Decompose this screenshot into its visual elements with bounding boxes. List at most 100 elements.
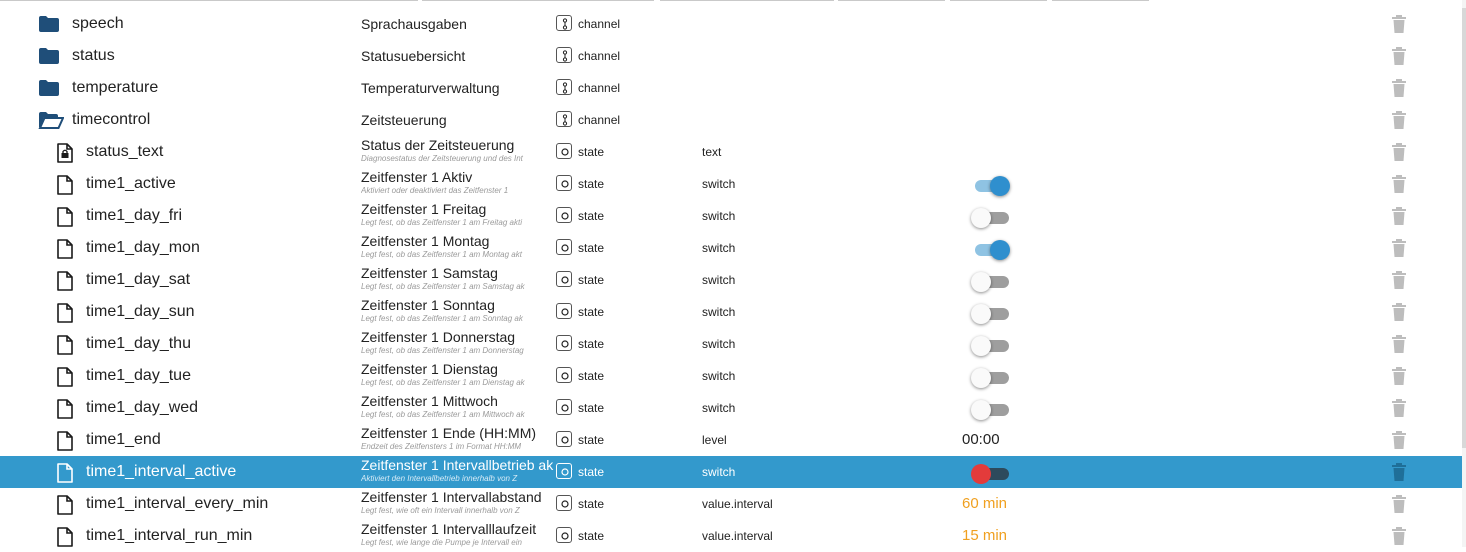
value-toggle[interactable] [971, 207, 1011, 228]
trash-icon[interactable] [1391, 174, 1407, 194]
value-toggle[interactable] [973, 239, 1011, 260]
object-id: temperature [72, 79, 159, 96]
object-type: state [578, 241, 605, 255]
trash-icon[interactable] [1391, 142, 1407, 162]
toggle-knob[interactable] [971, 336, 991, 356]
trash-icon[interactable] [1391, 206, 1407, 226]
trash-icon[interactable] [1391, 430, 1407, 450]
object-id: time1_interval_active [86, 463, 237, 480]
object-id: time1_day_mon [86, 239, 200, 256]
state-type-icon [556, 431, 572, 447]
column-header-bars [0, 0, 1466, 2]
trash-icon[interactable] [1391, 110, 1407, 130]
state-type-icon [556, 239, 572, 255]
tree-row-status_text[interactable]: status_text Status der Zeitsteuerung Diagn… [0, 136, 1462, 168]
tree-row-time1_day_thu[interactable]: time1_day_thu Zeitfenster 1 Donnerstag Leg… [0, 328, 1462, 360]
object-role: switch [702, 401, 736, 415]
object-role: switch [702, 209, 736, 223]
folder-open-icon [38, 111, 65, 129]
state-type-icon [556, 303, 572, 319]
tree-row-time1_day_mon[interactable]: time1_day_mon Zeitfenster 1 Montag Legt fe… [0, 232, 1462, 264]
object-name: Zeitfenster 1 Montag [361, 233, 490, 249]
toggle-knob[interactable] [971, 464, 991, 484]
object-description: Diagnosestatus der Zeitsteuerung und des… [361, 154, 523, 163]
object-name: Zeitfenster 1 Dienstag [361, 361, 498, 377]
toggle-knob[interactable] [990, 176, 1010, 196]
trash-icon[interactable] [1391, 302, 1407, 322]
state-type-icon [556, 367, 572, 383]
trash-icon[interactable] [1391, 270, 1407, 290]
object-role: switch [702, 177, 736, 191]
channel-type-icon [556, 15, 572, 31]
tree-row-time1_day_fri[interactable]: time1_day_fri Zeitfenster 1 Freitag Legt f… [0, 200, 1462, 232]
trash-icon[interactable] [1391, 494, 1407, 514]
tree-row-time1_end[interactable]: time1_end Zeitfenster 1 Ende (HH:MM) Endze… [0, 424, 1462, 456]
object-id: time1_interval_run_min [86, 527, 253, 544]
file-icon [56, 463, 78, 483]
trash-icon[interactable] [1391, 78, 1407, 98]
object-role: switch [702, 273, 736, 287]
value-toggle[interactable] [971, 367, 1011, 388]
trash-icon[interactable] [1391, 366, 1407, 386]
value-toggle[interactable] [971, 303, 1011, 324]
scrollbar-thumb[interactable] [1462, 8, 1466, 448]
object-name: Zeitsteuerung [361, 112, 447, 128]
tree-row-time1_interval_run_min[interactable]: time1_interval_run_min Zeitfenster 1 Inte… [0, 520, 1462, 552]
object-value[interactable]: 60 min [962, 495, 1007, 512]
tree-row-status[interactable]: status Statusuebersicht channel [0, 40, 1462, 72]
object-type: channel [578, 49, 621, 63]
value-toggle[interactable] [971, 463, 1011, 484]
file-icon [56, 399, 78, 419]
tree-row-time1_day_sun[interactable]: time1_day_sun Zeitfenster 1 Sonntag Legt f… [0, 296, 1462, 328]
object-name: Zeitfenster 1 Mittwoch [361, 393, 498, 409]
file-icon [56, 527, 78, 547]
object-name: Zeitfenster 1 Freitag [361, 201, 487, 217]
object-name: Sprachausgaben [361, 16, 467, 32]
tree-row-timecontrol[interactable]: timecontrol Zeitsteuerung channel [0, 104, 1462, 136]
toggle-knob[interactable] [971, 368, 991, 388]
object-type: state [578, 177, 605, 191]
object-name: Zeitfenster 1 Samstag [361, 265, 498, 281]
file-icon [56, 175, 78, 195]
toggle-knob[interactable] [971, 400, 991, 420]
tree-row-time1_day_tue[interactable]: time1_day_tue Zeitfenster 1 Dienstag Legt … [0, 360, 1462, 392]
trash-icon[interactable] [1391, 398, 1407, 418]
vertical-scrollbar[interactable] [1462, 0, 1466, 547]
object-type: state [578, 145, 605, 159]
tree-row-time1_interval_every_min[interactable]: time1_interval_every_min Zeitfenster 1 In… [0, 488, 1462, 520]
object-role: switch [702, 305, 736, 319]
trash-icon[interactable] [1391, 526, 1407, 546]
trash-icon[interactable] [1391, 334, 1407, 354]
object-id: status_text [86, 143, 164, 160]
object-role: switch [702, 241, 736, 255]
tree-row-time1_interval_active[interactable]: time1_interval_active Zeitfenster 1 Inter… [0, 456, 1462, 488]
object-type: state [578, 433, 605, 447]
value-toggle[interactable] [973, 175, 1011, 196]
channel-type-icon [556, 47, 572, 63]
file-icon [56, 495, 78, 515]
toggle-knob[interactable] [971, 272, 991, 292]
trash-icon[interactable] [1391, 238, 1407, 258]
object-id: time1_day_tue [86, 367, 191, 384]
toggle-knob[interactable] [990, 240, 1010, 260]
channel-type-icon [556, 79, 572, 95]
value-toggle[interactable] [971, 271, 1011, 292]
object-value[interactable]: 15 min [962, 527, 1007, 544]
tree-row-time1_day_wed[interactable]: time1_day_wed Zeitfenster 1 Mittwoch Legt … [0, 392, 1462, 424]
tree-row-time1_day_sat[interactable]: time1_day_sat Zeitfenster 1 Samstag Legt f… [0, 264, 1462, 296]
object-value[interactable]: 00:00 [962, 431, 1000, 448]
trash-icon[interactable] [1391, 14, 1407, 34]
object-type: state [578, 209, 605, 223]
object-id: time1_day_fri [86, 207, 183, 224]
toggle-knob[interactable] [971, 304, 991, 324]
value-toggle[interactable] [971, 399, 1011, 420]
toggle-knob[interactable] [971, 208, 991, 228]
trash-icon[interactable] [1391, 46, 1407, 66]
value-toggle[interactable] [971, 335, 1011, 356]
tree-row-temperature[interactable]: temperature Temperaturverwaltung channel [0, 72, 1462, 104]
tree-row-time1_active[interactable]: time1_active Zeitfenster 1 Aktiv Aktiviert… [0, 168, 1462, 200]
object-id: speech [72, 15, 124, 32]
object-type: state [578, 401, 605, 415]
tree-row-speech[interactable]: speech Sprachausgaben channel [0, 8, 1462, 40]
trash-icon[interactable] [1391, 462, 1407, 482]
